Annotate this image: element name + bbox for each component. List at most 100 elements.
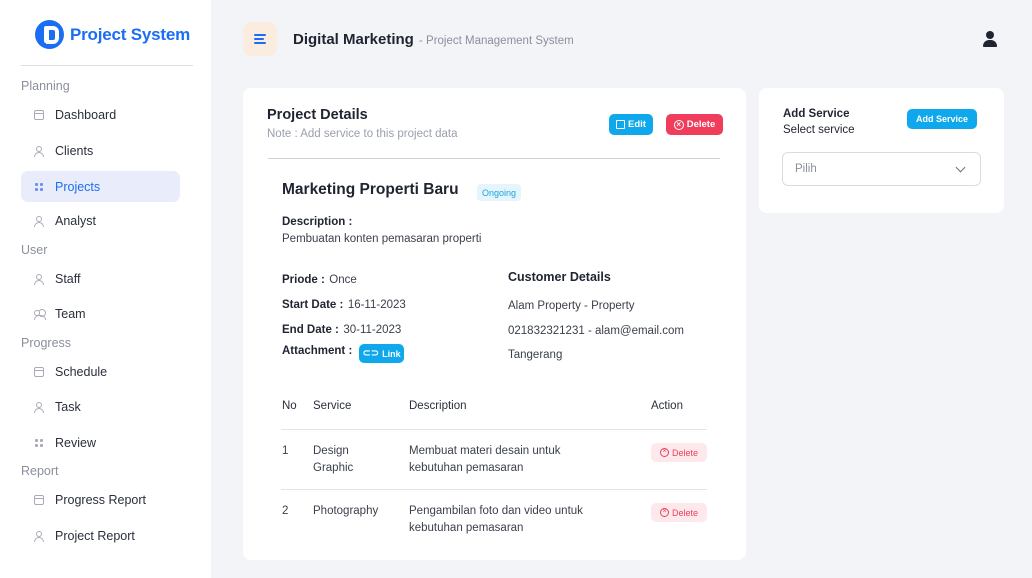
grid-icon [34, 437, 44, 448]
profile-icon[interactable] [982, 31, 998, 47]
table-header-no: No [282, 400, 297, 412]
close-circle-icon: × [659, 508, 669, 517]
table-header-description: Description [409, 400, 467, 412]
nav-section-user: User [21, 243, 48, 257]
row-delete-button[interactable]: × Delete [651, 503, 707, 522]
edit-button[interactable]: Edit [609, 114, 653, 135]
start-date-row: Start Date : 16-11-2023 [282, 295, 406, 313]
row-description-cont: kebutuhan pemasaran [409, 462, 524, 474]
user-icon [34, 401, 44, 413]
divider [268, 158, 720, 159]
sidebar-item-label: Dashboard [55, 107, 117, 122]
row-description: Pengambilan foto dan video untuk [409, 505, 583, 517]
end-date-label: End Date : [282, 324, 339, 336]
menu-icon-line [254, 38, 264, 40]
edit-icon [616, 120, 626, 129]
brand-name: Project System [70, 24, 191, 44]
card-title: Project Details [267, 107, 368, 123]
sidebar-item-schedule[interactable]: Schedule [21, 356, 180, 387]
user-icon [34, 215, 44, 227]
row-delete-label: Delete [671, 447, 698, 458]
end-date-row: End Date : 30-11-2023 [282, 320, 401, 338]
edit-button-label: Edit [628, 119, 646, 130]
table-row-divider [281, 429, 707, 430]
customer-details-title: Customer Details [508, 270, 611, 284]
card-note: Note : Add service to this project data [267, 128, 458, 140]
menu-toggle-button[interactable] [243, 22, 277, 56]
start-date-label: Start Date : [282, 299, 344, 311]
sidebar-item-clients[interactable]: Clients [21, 135, 180, 166]
link-button-label: Link [382, 348, 401, 359]
description-label: Description : [282, 216, 353, 228]
start-date-value: 16-11-2023 [347, 299, 406, 311]
grid-icon [34, 181, 44, 192]
sidebar-item-label: Progress Report [55, 492, 147, 507]
row-no: 2 [282, 505, 289, 517]
sidebar-item-label: Team [55, 306, 86, 321]
sidebar-item-label: Review [55, 435, 96, 450]
table-header-action: Action [651, 400, 683, 412]
page-title: Digital Marketing [293, 31, 414, 48]
user-icon [34, 530, 44, 542]
description-value: Pembuatan konten pemasaran properti [282, 233, 482, 245]
table-row-divider [281, 489, 707, 490]
row-service: Photography [313, 505, 379, 517]
sidebar-item-projects[interactable]: Projects [21, 171, 180, 202]
service-select[interactable]: Pilih [782, 152, 981, 186]
customer-company: Alam Property - Property [508, 300, 635, 312]
sidebar-item-review[interactable]: Review [21, 427, 180, 458]
sidebar-item-label: Analyst [55, 213, 96, 228]
nav-section-progress: Progress [21, 336, 72, 350]
sidebar-item-staff[interactable]: Staff [21, 263, 180, 294]
row-delete-label: Delete [671, 507, 698, 518]
menu-icon [254, 34, 266, 36]
user-icon [34, 145, 44, 157]
close-circle-icon: × [659, 448, 669, 457]
sidebar-item-label: Schedule [55, 364, 108, 379]
sidebar-item-dashboard[interactable]: Dashboard [21, 99, 180, 130]
brand[interactable]: Project System [35, 20, 190, 49]
link-icon: ⊂⊃ [362, 348, 380, 359]
sidebar-item-analyst[interactable]: Analyst [21, 205, 180, 236]
row-service: Design [313, 445, 349, 457]
sidebar-item-team[interactable]: Team [21, 298, 180, 329]
sidebar: Project System Planning Dashboard Client… [0, 0, 211, 578]
add-service-button[interactable]: Add Service [907, 109, 977, 129]
add-service-card: Add Service Select service Add Service P… [759, 88, 1004, 213]
nav-section-report: Report [21, 464, 59, 478]
sidebar-item-project-report[interactable]: Project Report [21, 520, 180, 551]
row-no: 1 [282, 445, 289, 457]
project-details-card: Project Details Note : Add service to th… [243, 88, 746, 560]
delete-button[interactable]: × Delete [666, 114, 723, 135]
sidebar-item-label: Task [55, 399, 81, 414]
project-name: Marketing Properti Baru [282, 181, 459, 198]
status-badge: Ongoing [477, 184, 522, 201]
sidebar-item-label: Project Report [55, 528, 135, 543]
row-description-cont: kebutuhan pemasaran [409, 522, 524, 534]
brand-logo-icon [35, 20, 64, 49]
sidebar-item-task[interactable]: Task [21, 391, 180, 422]
period-label: Priode : [282, 274, 325, 286]
row-description: Membuat materi desain untuk [409, 445, 561, 457]
square-icon [34, 494, 44, 505]
close-circle-icon: × [673, 119, 684, 130]
attachment-link-button[interactable]: ⊂⊃ Link [359, 344, 404, 363]
user-icon [34, 273, 44, 285]
period-value: Once [329, 274, 357, 286]
service-select-value: Pilih [795, 163, 817, 175]
chevron-down-icon [955, 162, 966, 173]
row-delete-button[interactable]: × Delete [651, 443, 707, 462]
divider [21, 65, 193, 66]
sidebar-item-label: Clients [55, 143, 94, 158]
users-icon [34, 309, 46, 320]
sidebar-item-label: Staff [55, 271, 81, 286]
customer-city: Tangerang [508, 349, 563, 361]
sidebar-item-progress-report[interactable]: Progress Report [21, 484, 180, 515]
nav-section-planning: Planning [21, 79, 70, 93]
menu-icon-line [254, 42, 266, 44]
square-icon [34, 109, 44, 120]
table-header-service: Service [313, 400, 352, 412]
row-service-cont: Graphic [313, 462, 354, 474]
period-row: Priode : Once [282, 270, 357, 288]
add-service-subtitle: Select service [783, 124, 855, 136]
